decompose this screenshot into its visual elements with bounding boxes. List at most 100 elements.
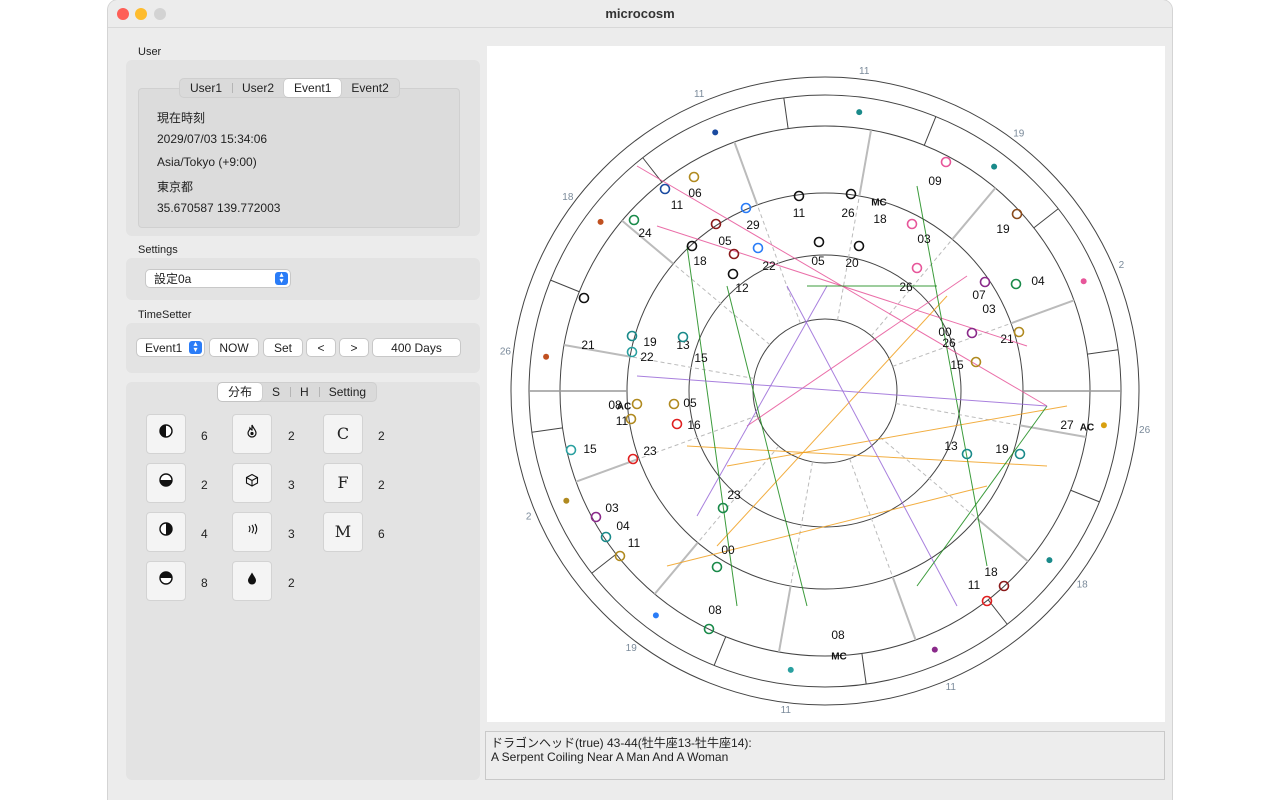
tab-setting[interactable]: Setting xyxy=(318,383,376,401)
planet-glyph-icon xyxy=(686,240,698,252)
tab-event1[interactable]: Event1 xyxy=(284,79,342,97)
house-cusp xyxy=(777,585,792,653)
zodiac-sign-icon xyxy=(991,163,998,170)
settings-select[interactable]: 設定0a ▴ ▾ xyxy=(145,269,291,288)
zodiac-sign-icon xyxy=(597,218,604,225)
house-cusp xyxy=(976,517,1029,563)
count-1-4: 8 xyxy=(201,576,208,590)
house-cusp xyxy=(891,576,917,641)
sign-divider xyxy=(1033,208,1059,229)
distribution-tabs: 分布 S H Setting xyxy=(217,382,378,402)
planet-degree-label: 11 xyxy=(671,198,684,212)
sign-divider xyxy=(861,653,867,685)
planet-glyph-icon xyxy=(1010,278,1022,290)
app-window: microcosm User 現在時刻 2029/07/03 15:34:06 … xyxy=(108,0,1172,800)
outer-degree-label: 2 xyxy=(526,511,532,522)
outer-degree-label: 11 xyxy=(946,682,957,693)
planet-glyph-icon xyxy=(970,356,982,368)
planet-glyph-icon xyxy=(565,444,577,456)
tab-distribution[interactable]: 分布 xyxy=(218,383,263,401)
planet-glyph-icon xyxy=(793,190,805,202)
sign-divider xyxy=(550,279,580,293)
planet-degree-label: 27 xyxy=(1060,418,1074,432)
waxing-moon-icon[interactable] xyxy=(146,414,186,454)
planet-degree-label: 29 xyxy=(746,218,760,232)
outer-degree-label: 11 xyxy=(694,89,705,100)
waning-moon-icon[interactable] xyxy=(146,512,186,552)
outer-degree-label: 11 xyxy=(859,66,870,77)
half-bottom-icon[interactable] xyxy=(146,463,186,503)
select-arrow-icon: ▴ ▾ xyxy=(275,271,288,285)
planet-degree-label: 26 xyxy=(841,206,855,220)
zodiac-sign-icon xyxy=(712,129,719,136)
planet-degree-label: 16 xyxy=(687,418,701,432)
house-cusp-inner xyxy=(849,458,894,578)
planet-degree-label: 07 xyxy=(972,288,986,302)
zodiac-sign-icon xyxy=(931,646,938,653)
planet-degree-label: 23 xyxy=(643,444,657,458)
planet-glyph-icon xyxy=(1011,208,1023,220)
house-cusp xyxy=(653,542,699,595)
aspect-line xyxy=(716,295,948,547)
planet-degree-label: 19 xyxy=(995,442,1009,456)
air-waves-icon[interactable] xyxy=(232,512,272,552)
sign-divider xyxy=(591,553,617,574)
prev-button[interactable]: < xyxy=(306,338,336,357)
sign-divider xyxy=(923,116,937,146)
count-2-3: 3 xyxy=(288,527,295,541)
planet-degree-label: 20 xyxy=(845,256,859,270)
chart-wheel[interactable]: 111118262191111182621906112911 26 18092405… xyxy=(487,46,1165,722)
house-cusp xyxy=(1019,424,1087,439)
aspect-line xyxy=(666,485,988,567)
planet-degree-label: 23 xyxy=(727,488,741,502)
zodiac-sign-icon xyxy=(1100,422,1107,429)
now-button[interactable]: NOW xyxy=(209,338,259,357)
tab-s[interactable]: S xyxy=(262,383,290,401)
step-button[interactable]: 400 Days xyxy=(372,338,461,357)
planet-degree-label: 26 xyxy=(899,280,913,294)
house-cusp xyxy=(563,343,631,358)
planet-degree-label: 13 xyxy=(944,439,958,453)
planet-glyph-icon xyxy=(906,218,918,230)
settings-panel: 設定0a ▴ ▾ xyxy=(126,258,480,300)
fire-icon[interactable] xyxy=(232,414,272,454)
outer-degree-label: 11 xyxy=(781,705,792,716)
zodiac-sign-icon xyxy=(563,497,570,504)
mutable-cell[interactable]: M xyxy=(323,512,363,552)
window-title: microcosm xyxy=(605,6,675,21)
planet-glyph-icon xyxy=(727,268,739,280)
transit-ring xyxy=(626,192,1024,590)
cube-icon[interactable] xyxy=(232,463,272,503)
description-line-1: ドラゴンヘッド(true) 43-44(牡牛座13-牡牛座14): xyxy=(491,736,752,750)
fixed-cell[interactable]: F xyxy=(323,463,363,503)
tab-event2[interactable]: Event2 xyxy=(341,79,398,97)
water-drop-icon[interactable] xyxy=(232,561,272,601)
user-name: 現在時刻 xyxy=(157,111,206,125)
next-button[interactable]: > xyxy=(339,338,369,357)
zodiac-sign-icon xyxy=(787,666,794,673)
planet-glyph-icon xyxy=(688,171,700,183)
planet-degree-label: 03 xyxy=(982,302,996,316)
midheaven-label-bottom: MC xyxy=(831,652,847,663)
tab-user2[interactable]: User2 xyxy=(232,79,284,97)
planet-degree-label: 18 xyxy=(984,565,998,579)
aspect-line xyxy=(916,405,1048,587)
planet-degree-label: 09 xyxy=(928,174,942,188)
user-info-box: 現在時刻 2029/07/03 15:34:06 Asia/Tokyo (+9:… xyxy=(138,88,460,228)
house-cusp xyxy=(733,141,759,206)
zodiac-sign-icon xyxy=(543,353,550,360)
count-2-2: 3 xyxy=(288,478,295,492)
tab-user1[interactable]: User1 xyxy=(180,79,232,97)
select-arrow-icon: ▴ ▾ xyxy=(189,340,202,354)
horoscope-chart[interactable]: 11 11 18 26 2 19 11 11 18 26 2 19 06 11 29 11 26 18 09 24 05… xyxy=(487,46,1165,722)
timesetter-target-select[interactable]: Event1 ▴ ▾ xyxy=(136,338,205,357)
planet-degree-label: 18 xyxy=(873,212,887,226)
tab-h[interactable]: H xyxy=(290,383,319,401)
count-3-3: 6 xyxy=(378,527,385,541)
set-button[interactable]: Set xyxy=(263,338,303,357)
planet-degree-label: 21 xyxy=(1000,332,1014,346)
cardinal-cell[interactable]: C xyxy=(323,414,363,454)
outer-degree-label: 19 xyxy=(626,643,638,654)
half-top-icon[interactable] xyxy=(146,561,186,601)
planet-degree-label: 19 xyxy=(996,222,1010,236)
